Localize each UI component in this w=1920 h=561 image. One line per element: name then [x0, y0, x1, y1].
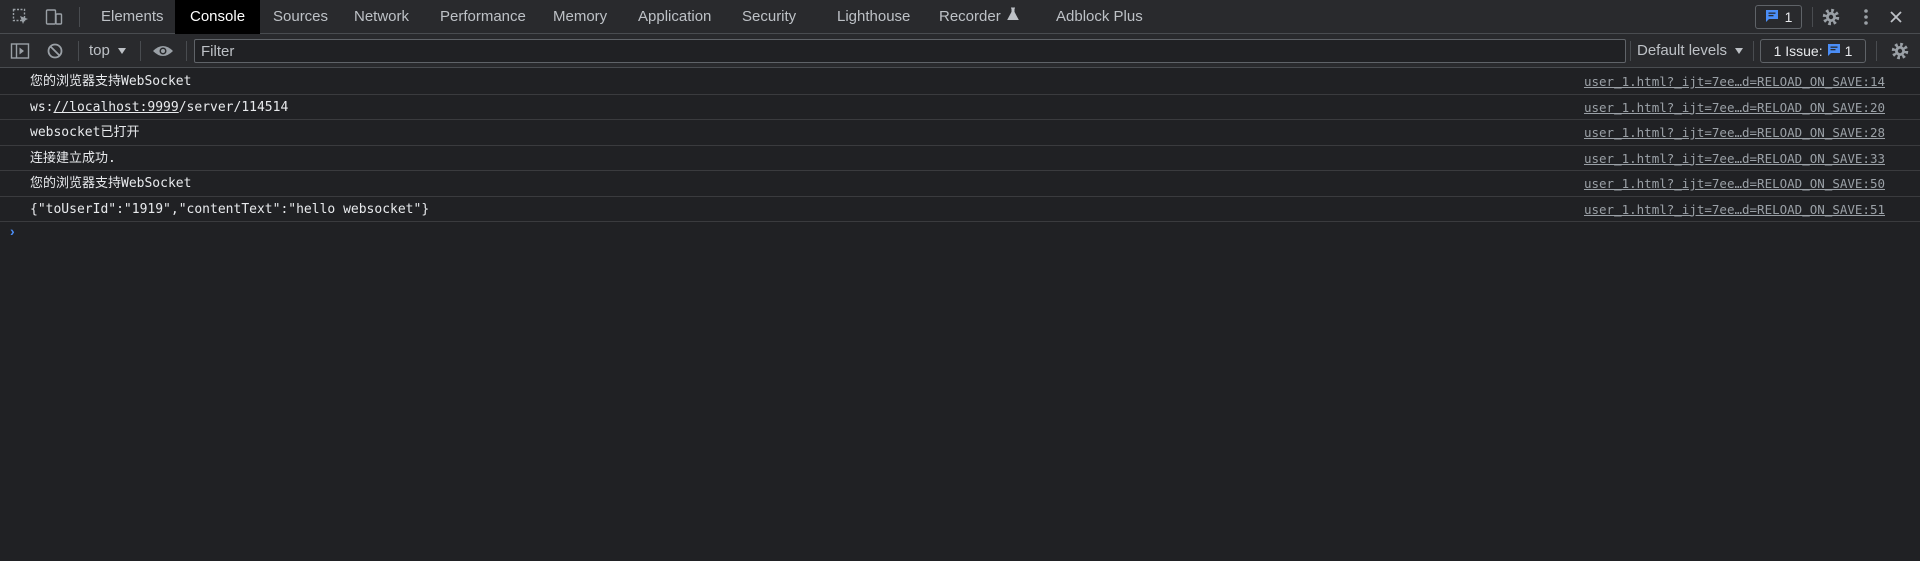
- console-message-source-link[interactable]: user_1.html?_ijt=7ee…d=RELOAD_ON_SAVE:51: [1584, 197, 1885, 222]
- clear-console-icon[interactable]: [41, 34, 69, 68]
- messages-badge[interactable]: 1: [1755, 5, 1802, 29]
- tab-adblock-plus[interactable]: Adblock Plus: [1056, 0, 1143, 34]
- console-message: websocket已打开 user_1.html?_ijt=7ee…d=RELO…: [0, 120, 1920, 146]
- toolbar-divider: [1876, 41, 1877, 61]
- tab-performance[interactable]: Performance: [440, 0, 526, 34]
- close-icon[interactable]: [1882, 0, 1910, 34]
- message-icon: [1765, 9, 1779, 26]
- console-message-text: {"toUserId":"1919","contentText":"hello …: [30, 201, 430, 217]
- message-url-link[interactable]: //localhost:9999: [53, 100, 178, 115]
- toolbar-divider: [1812, 7, 1813, 27]
- toolbar-divider: [79, 7, 80, 27]
- context-selector-label: top: [89, 42, 110, 59]
- issues-button[interactable]: 1 Issue: 1: [1760, 39, 1866, 63]
- console-message-text: websocket已打开: [30, 125, 140, 140]
- tab-recorder-label: Recorder: [939, 8, 1001, 25]
- context-selector[interactable]: top: [89, 34, 126, 68]
- chevron-down-icon: [117, 48, 126, 55]
- log-levels-dropdown[interactable]: Default levels: [1637, 34, 1744, 68]
- console-toolbar: top Default levels 1 Issue: 1: [0, 34, 1920, 68]
- console-settings-gear-icon[interactable]: [1886, 34, 1914, 68]
- toolbar-divider: [1753, 41, 1754, 61]
- console-message-text: 您的浏览器支持WebSocket: [30, 74, 192, 89]
- toolbar-divider: [1630, 41, 1631, 61]
- tab-network[interactable]: Network: [354, 0, 409, 34]
- more-options-icon[interactable]: [1852, 0, 1880, 34]
- tab-recorder[interactable]: Recorder: [939, 0, 1019, 34]
- tab-security[interactable]: Security: [742, 0, 796, 34]
- console-messages: 您的浏览器支持WebSocket user_1.html?_ijt=7ee…d=…: [0, 69, 1920, 222]
- console-message-text: 您的浏览器支持WebSocket: [30, 176, 192, 191]
- console-message-source-link[interactable]: user_1.html?_ijt=7ee…d=RELOAD_ON_SAVE:28: [1584, 120, 1885, 145]
- tab-lighthouse[interactable]: Lighthouse: [837, 0, 910, 34]
- chevron-down-icon: [1735, 48, 1744, 55]
- settings-gear-icon[interactable]: [1817, 0, 1845, 34]
- console-message-text: 连接建立成功.: [30, 150, 116, 166]
- tab-elements[interactable]: Elements: [101, 0, 164, 34]
- tab-sources[interactable]: Sources: [273, 0, 328, 34]
- messages-count: 1: [1784, 9, 1793, 25]
- log-levels-label: Default levels: [1637, 42, 1728, 59]
- toolbar-divider: [78, 41, 79, 61]
- live-expression-eye-icon[interactable]: [149, 34, 177, 68]
- console-message-source-link[interactable]: user_1.html?_ijt=7ee…d=RELOAD_ON_SAVE:14: [1584, 69, 1885, 94]
- console-message-source-link[interactable]: user_1.html?_ijt=7ee…d=RELOAD_ON_SAVE:33: [1584, 146, 1885, 171]
- toolbar-divider: [186, 41, 187, 61]
- console-message: {"toUserId":"1919","contentText":"hello …: [0, 197, 1920, 222]
- console-prompt[interactable]: ›: [10, 223, 15, 239]
- issues-label: 1 Issue:: [1773, 43, 1823, 59]
- console-message-text: ws://localhost:9999/server/114514: [30, 99, 289, 115]
- tab-application[interactable]: Application: [638, 0, 711, 34]
- device-toolbar-icon[interactable]: [40, 0, 68, 34]
- flask-icon: [1006, 0, 1019, 34]
- devtools-tab-bar: Elements Console Sources Network Perform…: [0, 0, 1920, 34]
- console-message-source-link[interactable]: user_1.html?_ijt=7ee…d=RELOAD_ON_SAVE:20: [1584, 95, 1885, 120]
- show-sidebar-icon[interactable]: [6, 34, 34, 68]
- toolbar-divider: [140, 41, 141, 61]
- console-message: 连接建立成功. user_1.html?_ijt=7ee…d=RELOAD_ON…: [0, 146, 1920, 171]
- console-message: ws://localhost:9999/server/114514 user_1…: [0, 95, 1920, 120]
- console-message: 您的浏览器支持WebSocket user_1.html?_ijt=7ee…d=…: [0, 171, 1920, 197]
- message-icon: [1827, 43, 1841, 60]
- filter-input[interactable]: [194, 39, 1626, 63]
- issues-count: 1: [1844, 43, 1853, 59]
- tab-console[interactable]: Console: [175, 0, 261, 34]
- tab-memory[interactable]: Memory: [553, 0, 607, 34]
- inspect-element-icon[interactable]: [7, 0, 35, 34]
- console-message-source-link[interactable]: user_1.html?_ijt=7ee…d=RELOAD_ON_SAVE:50: [1584, 171, 1885, 196]
- console-message: 您的浏览器支持WebSocket user_1.html?_ijt=7ee…d=…: [0, 69, 1920, 95]
